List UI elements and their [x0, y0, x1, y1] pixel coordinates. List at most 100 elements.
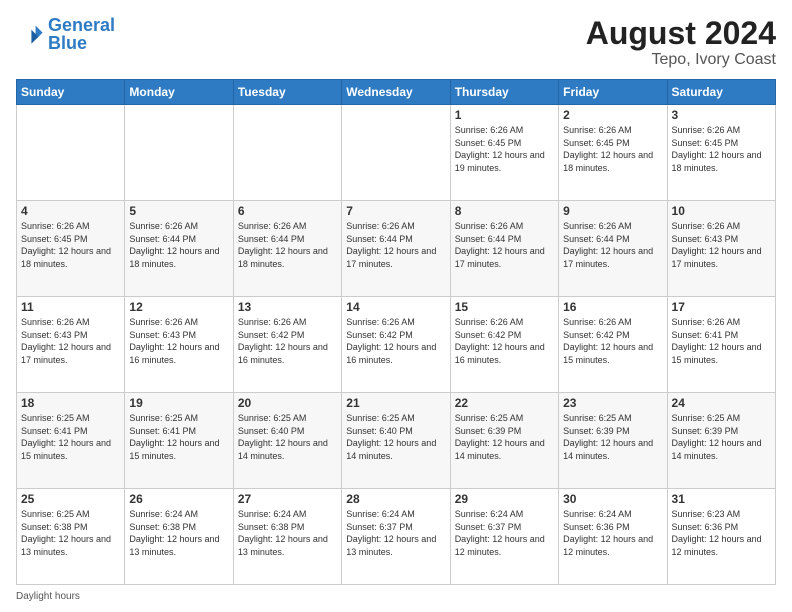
day-info: Sunrise: 6:24 AM Sunset: 6:38 PM Dayligh… — [129, 508, 228, 558]
calendar-cell: 6Sunrise: 6:26 AM Sunset: 6:44 PM Daylig… — [233, 201, 341, 297]
day-info: Sunrise: 6:25 AM Sunset: 6:41 PM Dayligh… — [21, 412, 120, 462]
calendar-cell — [342, 105, 450, 201]
day-number: 25 — [21, 492, 120, 506]
day-number: 23 — [563, 396, 662, 410]
day-info: Sunrise: 6:25 AM Sunset: 6:38 PM Dayligh… — [21, 508, 120, 558]
calendar-subtitle: Tepo, Ivory Coast — [586, 51, 776, 69]
day-number: 1 — [455, 108, 554, 122]
calendar-cell: 30Sunrise: 6:24 AM Sunset: 6:36 PM Dayli… — [559, 489, 667, 585]
calendar-week-row: 1 Sunrise: 6:26 AM Sunset: 6:45 PM Daylig… — [17, 105, 776, 201]
day-of-week-header: Monday — [125, 80, 233, 105]
day-number: 13 — [238, 300, 337, 314]
day-number: 11 — [21, 300, 120, 314]
footer-label: Daylight hours — [16, 591, 80, 602]
calendar-cell: 29Sunrise: 6:24 AM Sunset: 6:37 PM Dayli… — [450, 489, 558, 585]
day-number: 10 — [672, 204, 771, 218]
day-number: 24 — [672, 396, 771, 410]
calendar-cell: 15 Sunrise: 6:26 AM Sunset: 6:42 PM Dayli… — [450, 297, 558, 393]
day-info: Sunrise: 6:26 AM Sunset: 6:41 PM Dayligh… — [672, 316, 771, 366]
page: General Blue August 2024 Tepo, Ivory Coa… — [0, 0, 792, 612]
calendar-week-row: 11 Sunrise: 6:26 AM Sunset: 6:43 PM Dayli… — [17, 297, 776, 393]
logo-text: General Blue — [48, 16, 115, 52]
day-info: Sunrise: 6:26 AM Sunset: 6:43 PM Dayligh… — [21, 316, 120, 366]
day-of-week-header: Thursday — [450, 80, 558, 105]
day-number: 4 — [21, 204, 120, 218]
day-info: Sunrise: 6:26 AM Sunset: 6:42 PM Dayligh… — [238, 316, 337, 366]
day-info: Sunrise: 6:26 AM Sunset: 6:43 PM Dayligh… — [129, 316, 228, 366]
day-number: 7 — [346, 204, 445, 218]
day-of-week-header: Sunday — [17, 80, 125, 105]
day-number: 31 — [672, 492, 771, 506]
day-of-week-header: Wednesday — [342, 80, 450, 105]
day-number: 3 — [672, 108, 771, 122]
day-info: Sunrise: 6:26 AM Sunset: 6:44 PM Dayligh… — [129, 220, 228, 270]
calendar-cell: 28 Sunrise: 6:24 AM Sunset: 6:37 PM Dayli… — [342, 489, 450, 585]
calendar-cell: 18 Sunrise: 6:25 AM Sunset: 6:41 PM Dayli… — [17, 393, 125, 489]
day-info: Sunrise: 6:24 AM Sunset: 6:36 PM Dayligh… — [563, 508, 662, 558]
logo: General Blue — [16, 16, 115, 52]
day-number: 12 — [129, 300, 228, 314]
day-number: 14 — [346, 300, 445, 314]
calendar-cell: 7 Sunrise: 6:26 AM Sunset: 6:44 PM Daylig… — [342, 201, 450, 297]
day-info: Sunrise: 6:26 AM Sunset: 6:42 PM Dayligh… — [563, 316, 662, 366]
calendar-week-row: 18 Sunrise: 6:25 AM Sunset: 6:41 PM Dayli… — [17, 393, 776, 489]
calendar-cell: 10 Sunrise: 6:26 AM Sunset: 6:43 PM Dayli… — [667, 201, 775, 297]
calendar-cell: 12 Sunrise: 6:26 AM Sunset: 6:43 PM Dayli… — [125, 297, 233, 393]
day-info: Sunrise: 6:25 AM Sunset: 6:40 PM Dayligh… — [346, 412, 445, 462]
day-info: Sunrise: 6:24 AM Sunset: 6:38 PM Dayligh… — [238, 508, 337, 558]
calendar-body: 1 Sunrise: 6:26 AM Sunset: 6:45 PM Daylig… — [17, 105, 776, 585]
day-info: Sunrise: 6:25 AM Sunset: 6:39 PM Dayligh… — [455, 412, 554, 462]
calendar-cell: 17 Sunrise: 6:26 AM Sunset: 6:41 PM Dayli… — [667, 297, 775, 393]
calendar-cell: 8Sunrise: 6:26 AM Sunset: 6:44 PM Daylig… — [450, 201, 558, 297]
calendar-cell: 25 Sunrise: 6:25 AM Sunset: 6:38 PM Dayli… — [17, 489, 125, 585]
day-number: 15 — [455, 300, 554, 314]
day-info: Sunrise: 6:25 AM Sunset: 6:39 PM Dayligh… — [563, 412, 662, 462]
day-number: 29 — [455, 492, 554, 506]
day-number: 17 — [672, 300, 771, 314]
day-number: 26 — [129, 492, 228, 506]
day-of-week-header: Tuesday — [233, 80, 341, 105]
calendar-cell: 4 Sunrise: 6:26 AM Sunset: 6:45 PM Daylig… — [17, 201, 125, 297]
calendar-cell: 21 Sunrise: 6:25 AM Sunset: 6:40 PM Dayli… — [342, 393, 450, 489]
calendar-cell: 22Sunrise: 6:25 AM Sunset: 6:39 PM Dayli… — [450, 393, 558, 489]
calendar-cell: 19Sunrise: 6:25 AM Sunset: 6:41 PM Dayli… — [125, 393, 233, 489]
day-info: Sunrise: 6:25 AM Sunset: 6:40 PM Dayligh… — [238, 412, 337, 462]
calendar-cell: 11 Sunrise: 6:26 AM Sunset: 6:43 PM Dayli… — [17, 297, 125, 393]
day-number: 18 — [21, 396, 120, 410]
day-info: Sunrise: 6:26 AM Sunset: 6:42 PM Dayligh… — [455, 316, 554, 366]
day-info: Sunrise: 6:26 AM Sunset: 6:42 PM Dayligh… — [346, 316, 445, 366]
calendar-cell: 3 Sunrise: 6:26 AM Sunset: 6:45 PM Daylig… — [667, 105, 775, 201]
calendar-cell: 2Sunrise: 6:26 AM Sunset: 6:45 PM Daylig… — [559, 105, 667, 201]
calendar-cell — [125, 105, 233, 201]
logo-icon — [16, 20, 44, 48]
calendar-table: SundayMondayTuesdayWednesdayThursdayFrid… — [16, 79, 776, 585]
day-number: 16 — [563, 300, 662, 314]
day-info: Sunrise: 6:26 AM Sunset: 6:43 PM Dayligh… — [672, 220, 771, 270]
calendar-cell: 26 Sunrise: 6:24 AM Sunset: 6:38 PM Dayli… — [125, 489, 233, 585]
calendar-cell: 14 Sunrise: 6:26 AM Sunset: 6:42 PM Dayli… — [342, 297, 450, 393]
logo-general: General — [48, 15, 115, 35]
day-number: 8 — [455, 204, 554, 218]
day-info: Sunrise: 6:26 AM Sunset: 6:44 PM Dayligh… — [346, 220, 445, 270]
calendar-week-row: 4 Sunrise: 6:26 AM Sunset: 6:45 PM Daylig… — [17, 201, 776, 297]
header: General Blue August 2024 Tepo, Ivory Coa… — [16, 16, 776, 69]
day-number: 21 — [346, 396, 445, 410]
day-number: 28 — [346, 492, 445, 506]
day-number: 5 — [129, 204, 228, 218]
day-info: Sunrise: 6:26 AM Sunset: 6:45 PM Dayligh… — [21, 220, 120, 270]
day-info: Sunrise: 6:26 AM Sunset: 6:45 PM Dayligh… — [672, 124, 771, 174]
day-number: 20 — [238, 396, 337, 410]
header-row: SundayMondayTuesdayWednesdayThursdayFrid… — [17, 80, 776, 105]
day-info: Sunrise: 6:25 AM Sunset: 6:39 PM Dayligh… — [672, 412, 771, 462]
logo-blue: Blue — [48, 33, 87, 53]
day-number: 9 — [563, 204, 662, 218]
title-block: August 2024 Tepo, Ivory Coast — [586, 16, 776, 69]
day-of-week-header: Saturday — [667, 80, 775, 105]
calendar-cell: 24 Sunrise: 6:25 AM Sunset: 6:39 PM Dayli… — [667, 393, 775, 489]
day-number: 19 — [129, 396, 228, 410]
footer: Daylight hours — [16, 591, 776, 602]
day-info: Sunrise: 6:24 AM Sunset: 6:37 PM Dayligh… — [346, 508, 445, 558]
calendar-cell: 1Sunrise: 6:26 AM Sunset: 6:45 PM Daylig… — [450, 105, 558, 201]
day-number: 2 — [563, 108, 662, 122]
calendar-cell — [233, 105, 341, 201]
